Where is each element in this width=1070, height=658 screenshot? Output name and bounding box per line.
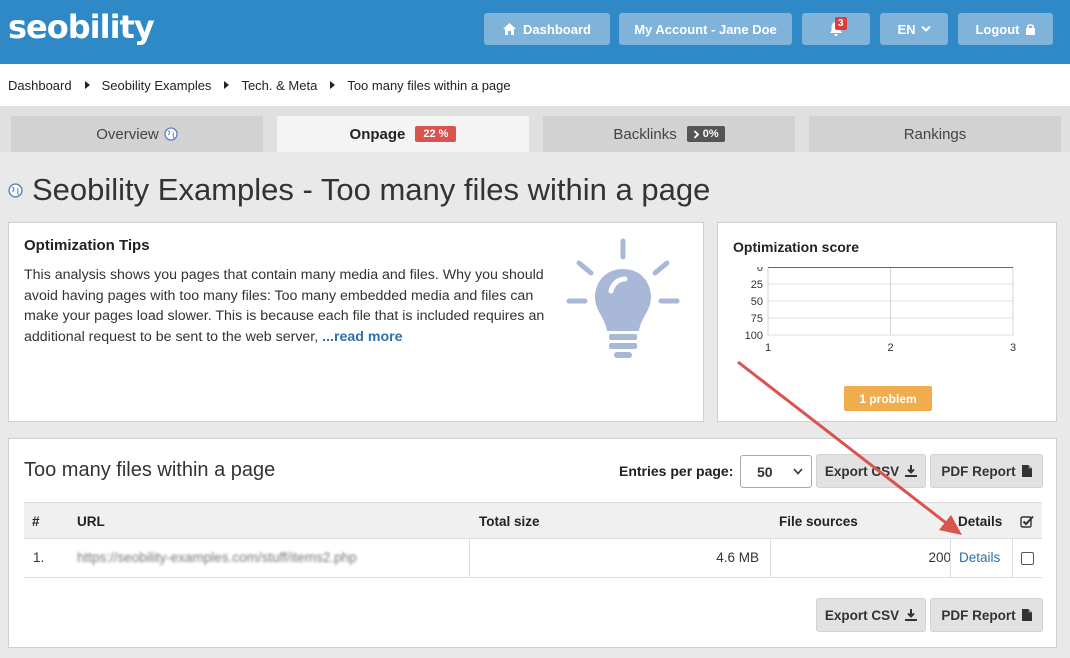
column-divider (469, 539, 470, 578)
download-icon (905, 609, 918, 621)
tab-backlinks[interactable]: Backlinks 0% (543, 116, 795, 152)
language-label: EN (897, 21, 916, 37)
chart-x-tick-label: 3 (1010, 342, 1016, 354)
column-url[interactable]: URL (77, 514, 105, 529)
my-account-button[interactable]: My Account - Jane Doe (619, 13, 792, 45)
export-csv-label: Export CSV (824, 607, 900, 623)
optimization-tips-panel: Optimization Tips This analysis shows yo… (8, 222, 704, 422)
backlinks-score-value: 0% (702, 128, 719, 140)
chevron-down-icon (920, 25, 931, 32)
tips-body: This analysis shows you pages that conta… (24, 267, 545, 345)
tab-rankings-label: Rankings (903, 125, 967, 143)
tab-backlinks-label: Backlinks (613, 125, 677, 143)
table-header: # URL Total size File sources Details (24, 502, 1042, 539)
column-divider (770, 539, 771, 578)
chart-y-tick-label: 0 (757, 267, 763, 274)
dashboard-button[interactable]: Dashboard (484, 13, 610, 45)
column-divider (1012, 539, 1013, 578)
problem-count-button[interactable]: 1 problem (844, 386, 932, 411)
chart-x-tick-label: 1 (765, 342, 771, 354)
breadcrumb-separator-icon (84, 81, 90, 89)
tab-overview[interactable]: Overview (11, 116, 263, 152)
chart-y-tick-label: 100 (745, 330, 763, 342)
logout-button[interactable]: Logout (958, 13, 1053, 45)
column-divider (950, 539, 951, 578)
check-all-icon[interactable] (1020, 515, 1034, 528)
row-url[interactable]: https://seobility-examples.com/stuff/ite… (77, 550, 357, 565)
language-dropdown[interactable]: EN (880, 13, 948, 45)
table-row: 1. https://seobility-examples.com/stuff/… (24, 539, 1042, 578)
file-icon (1021, 609, 1032, 621)
score-title: Optimization score (733, 239, 860, 255)
top-bar: seobility Dashboard My Account - Jane Do… (0, 0, 1070, 64)
onpage-score-badge: 22 % (415, 126, 457, 142)
pdf-report-button-top[interactable]: PDF Report (930, 454, 1043, 488)
chart-y-tick-label: 50 (751, 296, 763, 308)
globe-icon (8, 182, 23, 198)
entries-per-page-label: Entries per page: (619, 463, 734, 479)
breadcrumb-current: Too many files within a page (347, 77, 511, 93)
chart-x-tick-label: 2 (887, 342, 893, 354)
export-csv-label: Export CSV (824, 463, 900, 479)
dashboard-label: Dashboard (523, 21, 591, 37)
tab-rankings[interactable]: Rankings (809, 116, 1061, 152)
home-icon (503, 23, 517, 35)
export-csv-button-top[interactable]: Export CSV (816, 454, 926, 488)
row-checkbox[interactable] (1021, 552, 1034, 565)
row-details-link[interactable]: Details (959, 550, 1000, 565)
optimization-score-panel: Optimization score 0 25 50 75 100 1 2 3 1 probl… (717, 222, 1057, 422)
chart-y-tick-label: 25 (751, 279, 763, 291)
row-total-size: 4.6 MB (716, 550, 759, 565)
tips-text: This analysis shows you pages that conta… (24, 265, 554, 347)
breadcrumb-category[interactable]: Tech. & Meta (241, 78, 317, 93)
entries-per-page-value: 50 (757, 463, 773, 480)
pdf-report-label: PDF Report (941, 607, 1016, 623)
breadcrumb-separator-icon (224, 81, 230, 89)
export-csv-button-bottom[interactable]: Export CSV (816, 598, 926, 632)
breadcrumb-project[interactable]: Seobility Examples (102, 78, 212, 93)
globe-icon (164, 127, 178, 141)
notifications-button[interactable]: 3 (802, 13, 870, 45)
breadcrumb: Dashboard Seobility Examples Tech. & Met… (0, 64, 1070, 106)
column-file-sources[interactable]: File sources (779, 514, 858, 529)
file-icon (1021, 465, 1032, 477)
chevron-down-icon (793, 468, 803, 475)
backlinks-score-badge: 0% (686, 126, 725, 142)
read-more-link[interactable]: ...read more (322, 329, 402, 345)
pdf-report-button-bottom[interactable]: PDF Report (930, 598, 1043, 632)
column-number: # (32, 514, 40, 529)
row-file-sources: 200 (928, 550, 951, 565)
chart-y-tick-label: 75 (751, 313, 763, 325)
logout-label: Logout (975, 21, 1020, 37)
tab-onpage[interactable]: Onpage 22 % (277, 116, 529, 152)
notification-count-badge: 3 (835, 17, 847, 30)
column-total-size[interactable]: Total size (479, 514, 540, 529)
tips-title: Optimization Tips (24, 237, 150, 254)
download-icon (905, 465, 918, 477)
pdf-report-label: PDF Report (941, 463, 1016, 479)
entries-per-page-select[interactable]: 50 (740, 455, 812, 488)
page-title-row: Seobility Examples - Too many files with… (8, 172, 710, 208)
seobility-logo[interactable]: seobility (8, 8, 155, 46)
tab-overview-label: Overview (96, 125, 159, 143)
results-title: Too many files within a page (24, 459, 276, 481)
main-tabs: Overview Onpage 22 % Backlinks 0% Rankin… (0, 106, 1070, 152)
account-label: My Account - Jane Doe (634, 21, 777, 37)
page-title: Seobility Examples - Too many files with… (32, 172, 711, 207)
lightbulb-icon (566, 238, 680, 358)
tab-onpage-label: Onpage (349, 125, 406, 143)
row-number: 1. (33, 550, 45, 565)
results-panel: Too many files within a page Entries per… (8, 438, 1057, 648)
lock-icon (1025, 24, 1035, 35)
chevron-right-icon (693, 129, 699, 139)
breadcrumb-separator-icon (330, 81, 336, 89)
breadcrumb-dashboard[interactable]: Dashboard (8, 78, 72, 93)
column-details: Details (958, 514, 1003, 529)
